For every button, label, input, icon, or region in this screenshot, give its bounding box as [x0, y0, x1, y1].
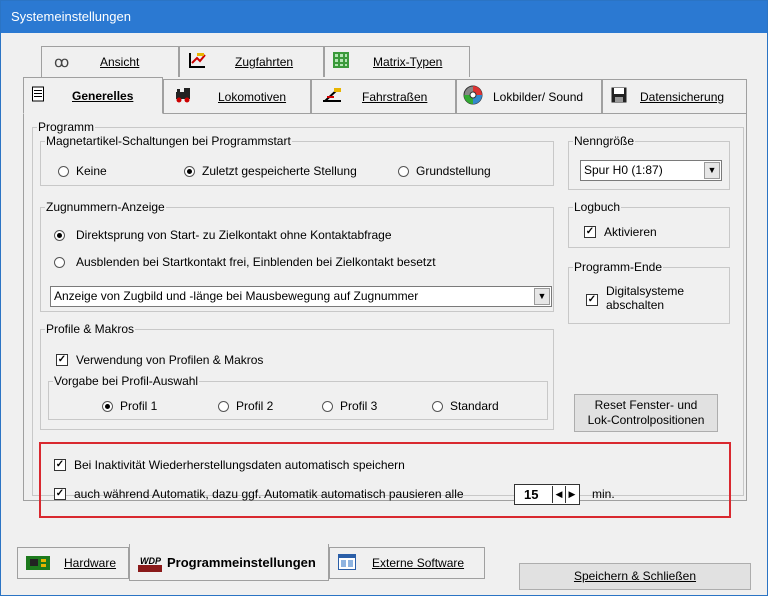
tab-hardware[interactable]: Hardware: [17, 547, 129, 579]
checkbox-label: Aktivieren: [604, 225, 657, 239]
logbuch-checkbox[interactable]: ✓: [584, 226, 596, 238]
chart-icon: [188, 52, 206, 72]
tab-label: Programmeinstellungen: [167, 555, 316, 570]
tab-label: Zugfahrten: [235, 55, 294, 69]
tab-label: Externe Software: [372, 556, 465, 570]
radio-label: Grundstellung: [416, 164, 491, 178]
window-icon: [338, 554, 356, 573]
tab-label: Lokomotiven: [218, 89, 287, 104]
radio-zuletzt-gespeichert[interactable]: [184, 166, 195, 177]
radio-keine[interactable]: [58, 166, 69, 177]
radio-grundstellung[interactable]: [398, 166, 409, 177]
group-legend: Programm-Ende: [574, 260, 663, 274]
radio-ausblenden[interactable]: [54, 257, 65, 268]
tab-ansicht[interactable]: ꝏ Ansicht: [41, 46, 179, 77]
window-title: Systemeinstellungen: [1, 1, 767, 33]
locomotive-icon: [174, 87, 194, 107]
glasses-icon: ꝏ: [54, 54, 70, 71]
floppy-icon: [611, 87, 627, 107]
checkbox-label: Verwendung von Profilen & Makros: [76, 353, 264, 367]
tab-label: Hardware: [64, 556, 117, 570]
vorgabe-profil-group: Vorgabe bei Profil-Auswahl: [48, 374, 548, 420]
radio-label: Direktsprung von Start- zu Zielkontakt o…: [76, 228, 392, 242]
button-label: Speichern & Schließen: [573, 569, 697, 583]
nenngroesse-select[interactable]: Spur H0 (1:87) ▼: [580, 160, 722, 181]
tab-label: Fahrstraßen: [362, 89, 428, 104]
chevron-down-icon[interactable]: ▼: [534, 288, 550, 305]
radio-profil-2[interactable]: [218, 401, 229, 412]
tab-lokomotiven[interactable]: Lokomotiven: [163, 79, 311, 113]
zugnummer-anzeige-select[interactable]: Anzeige von Zugbild und -länge bei Mausb…: [50, 286, 552, 307]
group-legend: Vorgabe bei Profil-Auswahl: [54, 374, 199, 388]
checkbox-label-line: Digitalsysteme: [606, 284, 685, 298]
highlight-frame: [39, 442, 731, 518]
tab-label: Matrix-Typen: [373, 55, 443, 69]
tab-programmeinstellungen[interactable]: WDP Programmeinstellungen: [129, 544, 329, 581]
radio-label: Ausblenden bei Startkontakt frei, Einble…: [76, 255, 436, 269]
digitalsysteme-abschalten-checkbox[interactable]: ✓: [586, 294, 598, 306]
settings-window: Systemeinstellungen ꝏ Ansicht Zugfahrten…: [0, 0, 768, 596]
checkbox-label-line: abschalten: [606, 298, 665, 312]
tab-label: Generelles: [72, 88, 134, 103]
chevron-down-icon[interactable]: ▼: [704, 162, 720, 179]
radio-label: Profil 3: [340, 399, 378, 413]
tab-label: Ansicht: [100, 55, 140, 69]
logbuch-group: Logbuch: [568, 200, 730, 248]
group-legend: Profile & Makros: [46, 322, 135, 336]
radio-label: Standard: [450, 399, 499, 413]
tab-datensicherung[interactable]: Datensicherung: [602, 79, 747, 113]
radio-profil-1[interactable]: [102, 401, 113, 412]
group-legend: Magnetartikel-Schaltungen bei Programmst…: [46, 134, 291, 148]
group-legend: Programm: [38, 120, 95, 134]
profile-makros-checkbox[interactable]: ✓: [56, 354, 68, 366]
tab-matrix-typen[interactable]: Matrix-Typen: [324, 46, 470, 77]
radio-label: Zuletzt gespeicherte Stellung: [202, 164, 357, 178]
document-icon: [32, 86, 44, 105]
wdp-logo-icon: WDP: [138, 554, 162, 575]
radio-label: Keine: [76, 164, 107, 178]
radio-label: Profil 2: [236, 399, 274, 413]
tab-generelles[interactable]: Generelles: [23, 77, 163, 114]
select-value: Anzeige von Zugbild und -länge bei Mausb…: [54, 289, 419, 303]
radio-direktsprung[interactable]: [54, 230, 65, 241]
tab-label: Lokbilder/ Sound: [493, 89, 584, 104]
tab-zugfahrten[interactable]: Zugfahrten: [179, 46, 324, 77]
circuit-board-icon: [26, 555, 50, 574]
button-label: Lok-Controlpositionen: [587, 413, 705, 427]
svg-text:WDP: WDP: [140, 556, 162, 566]
grid-icon: [333, 52, 349, 72]
button-label: Reset Fenster- und: [594, 398, 698, 412]
radio-label: Profil 1: [120, 399, 158, 413]
route-icon: [322, 87, 342, 107]
group-legend: Logbuch: [574, 200, 621, 214]
tab-label: Datensicherung: [640, 89, 725, 104]
group-legend: Zugnummern-Anzeige: [46, 200, 165, 214]
speaker-icon: [463, 85, 483, 109]
select-value: Spur H0 (1:87): [584, 163, 663, 177]
radio-profil-3[interactable]: [322, 401, 333, 412]
group-legend: Nenngröße: [574, 134, 635, 148]
save-close-button[interactable]: Speichern & Schließen: [519, 563, 751, 590]
checkbox-label: Digitalsysteme abschalten: [606, 284, 684, 312]
tab-externe-software[interactable]: Externe Software: [329, 547, 485, 579]
reset-positions-button[interactable]: Reset Fenster- und Lok-Controlpositionen: [574, 394, 718, 432]
magnet-group: Magnetartikel-Schaltungen bei Programmst…: [40, 134, 554, 186]
tab-fahrstrassen[interactable]: Fahrstraßen: [311, 79, 456, 113]
tab-lokbilder-sound[interactable]: Lokbilder/ Sound: [456, 79, 602, 113]
radio-standard[interactable]: [432, 401, 443, 412]
